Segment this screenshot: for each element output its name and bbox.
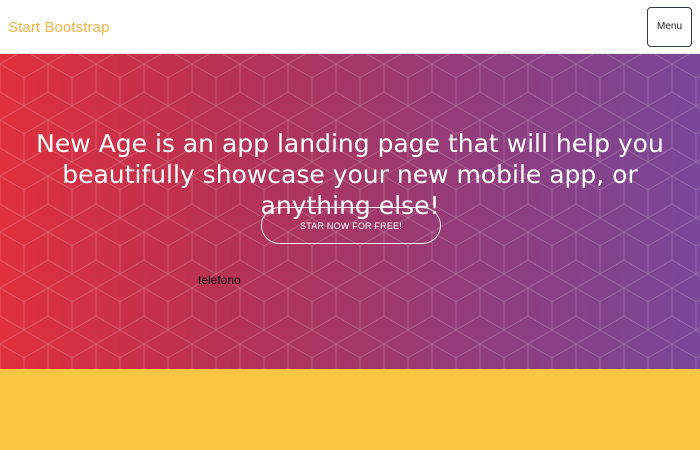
download-section: [0, 369, 700, 450]
start-now-button[interactable]: STAR NOW FOR FREE!: [261, 207, 441, 244]
brand-link[interactable]: Start Bootstrap: [8, 18, 110, 36]
masthead: New Age is an app landing page that will…: [0, 54, 700, 369]
navbar: Start Bootstrap Menu: [0, 0, 700, 54]
device-mockup-label: telefono: [198, 273, 241, 287]
menu-button[interactable]: Menu: [647, 6, 692, 47]
